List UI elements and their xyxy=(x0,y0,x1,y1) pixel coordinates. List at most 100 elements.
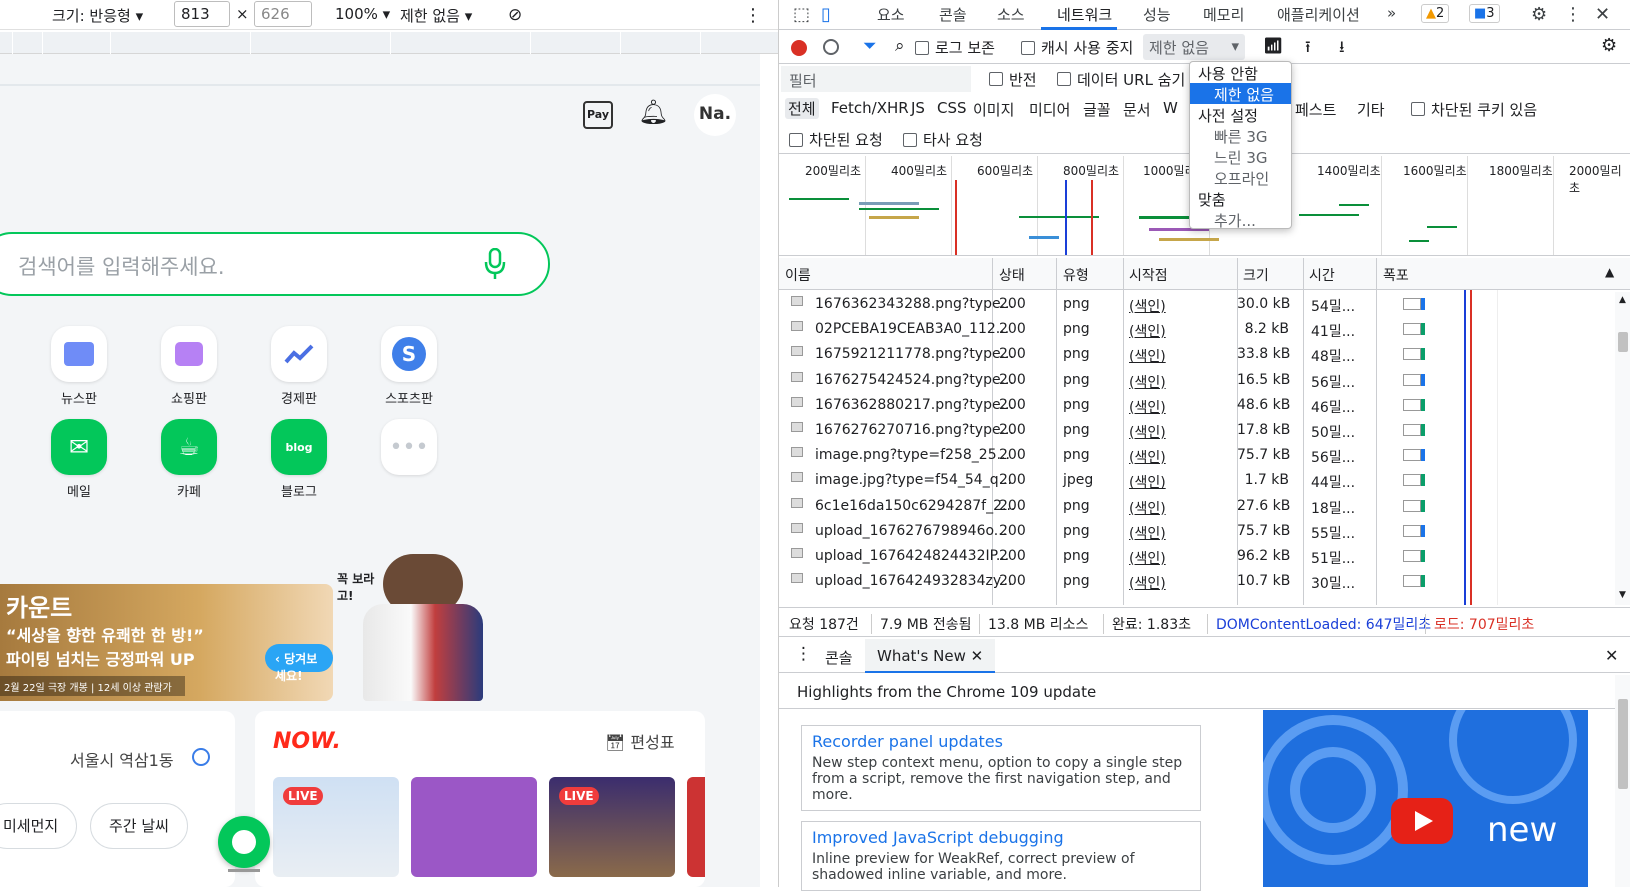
dd-add[interactable]: 추가... xyxy=(1190,209,1291,230)
video-thumbnail[interactable]: new xyxy=(1263,710,1588,887)
cell-initiator[interactable]: (색인) xyxy=(1129,296,1166,316)
table-row[interactable]: image.png?type=f258_25... 200 png (색인) 75.7 … xyxy=(779,443,1615,469)
drawer-menu-icon[interactable]: ⋮ xyxy=(795,644,812,664)
tab-application[interactable]: 애플리케이션 xyxy=(1277,4,1360,25)
tab-network[interactable]: 네트워크 xyxy=(1057,4,1112,25)
type-other[interactable]: 기타 xyxy=(1357,99,1385,120)
preserve-log-checkbox[interactable] xyxy=(915,41,929,55)
inspect-icon[interactable]: ⬚ xyxy=(793,4,810,25)
close-devtools-icon[interactable]: ✕ xyxy=(1595,4,1610,25)
app-blog[interactable]: blog 블로그 xyxy=(271,419,327,500)
dd-no-throttling[interactable]: 제한 없음 xyxy=(1190,83,1291,104)
third-party-checkbox[interactable] xyxy=(903,133,917,147)
schedule-link[interactable]: 📅︎ 편성표 xyxy=(605,729,675,753)
media-query-ruler[interactable] xyxy=(0,32,778,54)
app-sports[interactable]: S 스포츠판 xyxy=(381,326,437,407)
tab-console[interactable]: 콘솔 xyxy=(939,4,967,25)
filter-input[interactable]: 필터 xyxy=(781,66,971,92)
cell-initiator[interactable]: (색인) xyxy=(1129,397,1166,417)
type-manifest[interactable]: 페스트 xyxy=(1295,99,1336,120)
type-font[interactable]: 글꼴 xyxy=(1083,99,1111,120)
blocked-requests-checkbox[interactable] xyxy=(789,133,803,147)
col-type[interactable]: 유형 xyxy=(1063,265,1089,285)
col-status[interactable]: 상태 xyxy=(999,265,1025,285)
gps-icon[interactable] xyxy=(192,748,210,766)
table-row[interactable]: 1675921211778.png?type... 200 png (색인) 33.8 … xyxy=(779,342,1615,368)
settings-gear-icon[interactable]: ⚙ xyxy=(1531,4,1547,25)
type-css[interactable]: CSS xyxy=(937,99,967,117)
table-row[interactable]: image.jpg?type=f54_54_q... 200 jpeg (색인) 1.7… xyxy=(779,468,1615,494)
network-settings-icon[interactable]: ⚙ xyxy=(1601,35,1617,56)
col-time[interactable]: 시간 xyxy=(1309,265,1335,285)
resize-handle-bottom[interactable] xyxy=(228,869,260,872)
col-waterfall[interactable]: 폭포 xyxy=(1383,265,1409,285)
ad-banner[interactable]: 카운트 “세상을 향한 유쾌한 한 방!” 파이팅 넘치는 긍정파워 UP 2월… xyxy=(0,584,333,701)
table-row[interactable]: 1676276270716.png?type... 200 png (색인) 17.8 … xyxy=(779,418,1615,444)
live-thumb-3[interactable]: LIVE xyxy=(549,777,675,877)
dimensions-select[interactable]: 크기: 반응형 ▾ xyxy=(52,5,143,26)
search-input[interactable]: 검색어를 입력해주세요. xyxy=(0,232,550,296)
hide-data-urls-checkbox[interactable] xyxy=(1057,72,1071,86)
tab-performance[interactable]: 성능 xyxy=(1143,4,1171,25)
tab-elements[interactable]: 요소 xyxy=(877,4,905,25)
weekly-weather-button[interactable]: 주간 날씨 xyxy=(90,803,188,849)
live-thumb-1[interactable]: LIVE xyxy=(273,777,399,877)
feature-title[interactable]: Recorder panel updates xyxy=(812,732,1190,751)
type-ws[interactable]: W xyxy=(1163,99,1178,117)
export-har-icon[interactable]: ⭳ xyxy=(1339,36,1345,63)
table-row[interactable]: 1676362343288.png?type... 200 png (색인) 30.0 … xyxy=(779,292,1615,318)
cell-initiator[interactable]: (색인) xyxy=(1129,422,1166,442)
app-more[interactable]: ••• xyxy=(381,419,437,475)
cell-initiator[interactable]: (색인) xyxy=(1129,346,1166,366)
network-conditions-icon[interactable]: 📶︎ xyxy=(1263,36,1283,55)
cell-initiator[interactable]: (색인) xyxy=(1129,548,1166,568)
cell-initiator[interactable]: (색인) xyxy=(1129,321,1166,341)
blocked-cookies-checkbox[interactable] xyxy=(1411,102,1425,116)
more-tabs-icon[interactable]: » xyxy=(1387,4,1396,22)
warnings-badge[interactable]: ▲2 xyxy=(1421,4,1450,23)
type-js[interactable]: JS xyxy=(911,99,925,117)
messages-badge[interactable]: ■3 xyxy=(1469,4,1500,23)
table-row[interactable]: 1676362880217.png?type... 200 png (색인) 48.6 … xyxy=(779,393,1615,419)
app-mail[interactable]: ✉ 메일 xyxy=(51,419,107,500)
cell-initiator[interactable]: (색인) xyxy=(1129,447,1166,467)
table-row[interactable]: 02PCEBA19CEAB3A0_112... 200 png (색인) 8.2 kB 4… xyxy=(779,317,1615,343)
banner-cta[interactable]: ‹ 당겨보세요! xyxy=(265,644,333,683)
sort-up-icon[interactable]: ▲ xyxy=(1605,265,1614,279)
table-scrollbar[interactable]: ▲ ▼ xyxy=(1615,292,1630,605)
drawer-tab-whats-new[interactable]: What's New ✕ xyxy=(865,639,996,673)
play-icon[interactable] xyxy=(1391,798,1453,844)
zoom-select[interactable]: 100% ▾ xyxy=(335,5,390,23)
cell-initiator[interactable]: (색인) xyxy=(1129,372,1166,392)
height-input[interactable]: 626 xyxy=(254,1,312,27)
feature-card-recorder[interactable]: Recorder panel updates New step context … xyxy=(801,725,1201,811)
filter-funnel-icon[interactable]: ⏷ xyxy=(863,36,877,56)
microphone-icon[interactable] xyxy=(484,247,506,280)
feature-card-debugging[interactable]: Improved JavaScript debugging Inline pre… xyxy=(801,821,1201,891)
cell-initiator[interactable]: (색인) xyxy=(1129,523,1166,543)
width-input[interactable]: 813 xyxy=(174,1,230,27)
floating-green-button[interactable] xyxy=(218,816,270,868)
tab-memory[interactable]: 메모리 xyxy=(1203,4,1244,25)
type-fetch-xhr[interactable]: Fetch/XHR xyxy=(831,99,909,117)
live-thumb-4[interactable] xyxy=(687,777,705,877)
type-media[interactable]: 미디어 xyxy=(1029,99,1070,120)
notification-bell-icon[interactable]: 🔔︎ xyxy=(638,98,668,126)
col-initiator[interactable]: 시작점 xyxy=(1129,265,1168,285)
pay-icon[interactable]: Pay xyxy=(583,101,613,129)
feature-title[interactable]: Improved JavaScript debugging xyxy=(812,828,1190,847)
more-options-icon[interactable]: ⋮ xyxy=(744,5,762,26)
import-har-icon[interactable]: ⭱ xyxy=(1305,36,1311,63)
drawer-tab-console[interactable]: 콘솔 xyxy=(825,647,853,668)
table-row[interactable]: upload_1676276798946o... 200 png (색인) 75.7 k… xyxy=(779,519,1615,545)
table-row[interactable]: 1676275424524.png?type... 200 png (색인) 16.5 … xyxy=(779,368,1615,394)
app-cafe[interactable]: ☕︎ 카페 xyxy=(161,419,217,500)
dd-slow-3g[interactable]: 느린 3G xyxy=(1190,146,1291,167)
device-toggle-icon[interactable]: ▯ xyxy=(821,4,831,25)
rotate-icon[interactable]: ⊘ xyxy=(508,5,522,25)
dd-fast-3g[interactable]: 빠른 3G xyxy=(1190,125,1291,146)
table-row[interactable]: 6c1e16da150c6294287f_2... 200 png (색인) 27.6 … xyxy=(779,494,1615,520)
col-name[interactable]: 이름 xyxy=(785,265,811,285)
tab-sources[interactable]: 소스 xyxy=(997,4,1025,25)
live-thumb-2[interactable] xyxy=(411,777,537,877)
